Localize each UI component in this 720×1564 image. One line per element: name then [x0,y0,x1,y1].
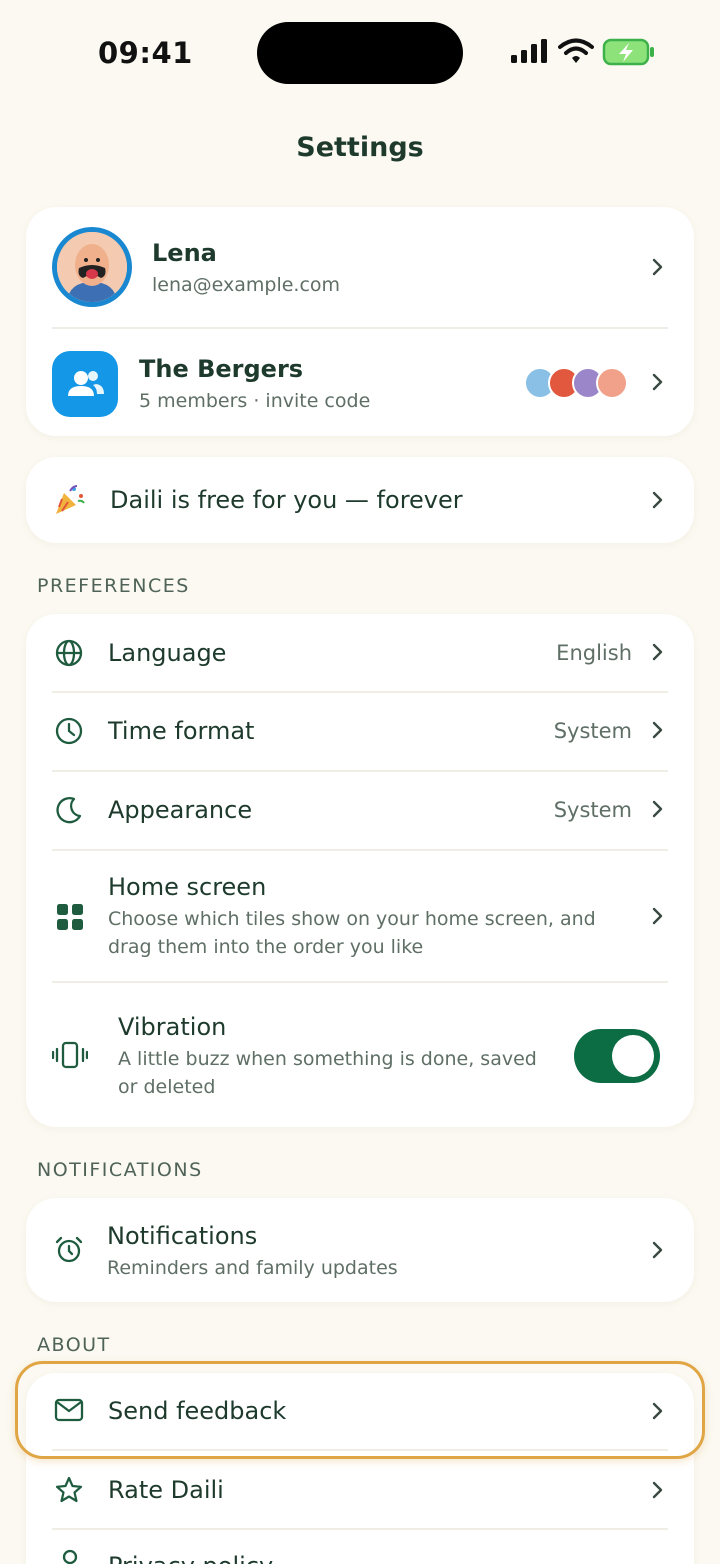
family-row[interactable]: The Bergers 5 members · invite code [26,329,694,436]
time-format-label: Time format [108,717,255,745]
notifications-row[interactable]: Notifications Reminders and family updat… [26,1198,694,1302]
notifications-label: Notifications [107,1222,258,1250]
status-bar: 09:41 [0,0,720,100]
toggle-knob [612,1035,654,1077]
vibration-description-line1: A little buzz when something is done, sa… [118,1048,537,1070]
chevron-right-icon [652,1481,663,1499]
signal-icon [511,39,547,63]
chevron-right-icon [652,491,663,509]
chevron-right-icon [652,1241,663,1259]
account-card: Lena lena@example.com The Bergers 5 memb… [26,207,694,436]
moon-icon [56,797,82,824]
member-avatar [596,367,628,399]
profile-row[interactable]: Lena lena@example.com [26,207,694,327]
star-icon [55,1476,83,1503]
alarm-clock-icon [55,1236,83,1263]
person-icon [62,1549,78,1564]
clock-icon [55,717,83,745]
section-preferences: PREFERENCES [37,575,190,597]
section-about: ABOUT [37,1334,111,1356]
promo-card[interactable]: Daili is free for you — forever [26,457,694,543]
appearance-value: System [553,798,632,822]
language-value: English [556,641,632,665]
party-popper-icon [56,485,85,514]
mail-icon [54,1398,84,1422]
vibrate-icon [52,1041,88,1069]
chevron-right-icon [652,373,663,391]
appearance-label: Appearance [108,796,253,824]
page-title: Settings [296,132,424,163]
rate-row[interactable]: Rate Daili [26,1451,694,1528]
chevron-right-icon [652,907,663,925]
battery-icon [602,38,654,66]
home-screen-description-line2: drag them into the order you like [108,936,424,958]
send-feedback-label: Send feedback [108,1397,287,1425]
profile-email: lena@example.com [152,274,341,296]
chevron-right-icon [652,721,663,739]
avatar-illustration-icon [57,232,127,302]
time-format-row[interactable]: Time format System [26,693,694,770]
vibration-row: Vibration A little buzz when something i… [26,983,694,1127]
language-label: Language [108,639,227,667]
status-time: 09:41 [98,36,193,70]
vibration-description-line2: or deleted [118,1076,216,1098]
promo-label: Daili is free for you — forever [110,486,463,514]
chevron-right-icon [652,1402,663,1420]
home-screen-description-line1: Choose which tiles show on your home scr… [108,908,596,930]
notifications-card: Notifications Reminders and family updat… [26,1198,694,1302]
home-screen-label: Home screen [108,873,267,901]
chevron-right-icon [652,643,663,661]
notifications-description: Reminders and family updates [107,1257,398,1279]
family-subtitle: 5 members · invite code [139,390,371,412]
family-icon [52,351,118,417]
globe-icon [55,639,83,667]
vibration-label: Vibration [118,1013,227,1041]
family-name: The Bergers [139,355,304,383]
grid-icon [57,904,83,930]
privacy-row[interactable]: Privacy policy [26,1530,694,1564]
about-card: Send feedback Rate Daili Privacy policy [26,1373,694,1564]
language-row[interactable]: Language English [26,614,694,691]
home-screen-row[interactable]: Home screen Choose which tiles show on y… [26,851,694,981]
people-icon [68,371,104,396]
section-notifications: NOTIFICATIONS [37,1159,203,1181]
time-format-value: System [553,719,632,743]
privacy-label: Privacy policy [108,1552,273,1564]
member-avatars [524,367,630,399]
avatar [52,227,132,307]
dynamic-island [257,22,463,84]
chevron-right-icon [652,258,663,276]
chevron-right-icon [652,800,663,818]
rate-label: Rate Daili [108,1476,224,1504]
preferences-card: Language English Time format System Appe… [26,614,694,1127]
vibration-toggle[interactable] [574,1029,660,1083]
appearance-row[interactable]: Appearance System [26,772,694,849]
profile-name: Lena [152,239,217,267]
send-feedback-row[interactable]: Send feedback [26,1373,694,1449]
wifi-icon [558,38,594,63]
